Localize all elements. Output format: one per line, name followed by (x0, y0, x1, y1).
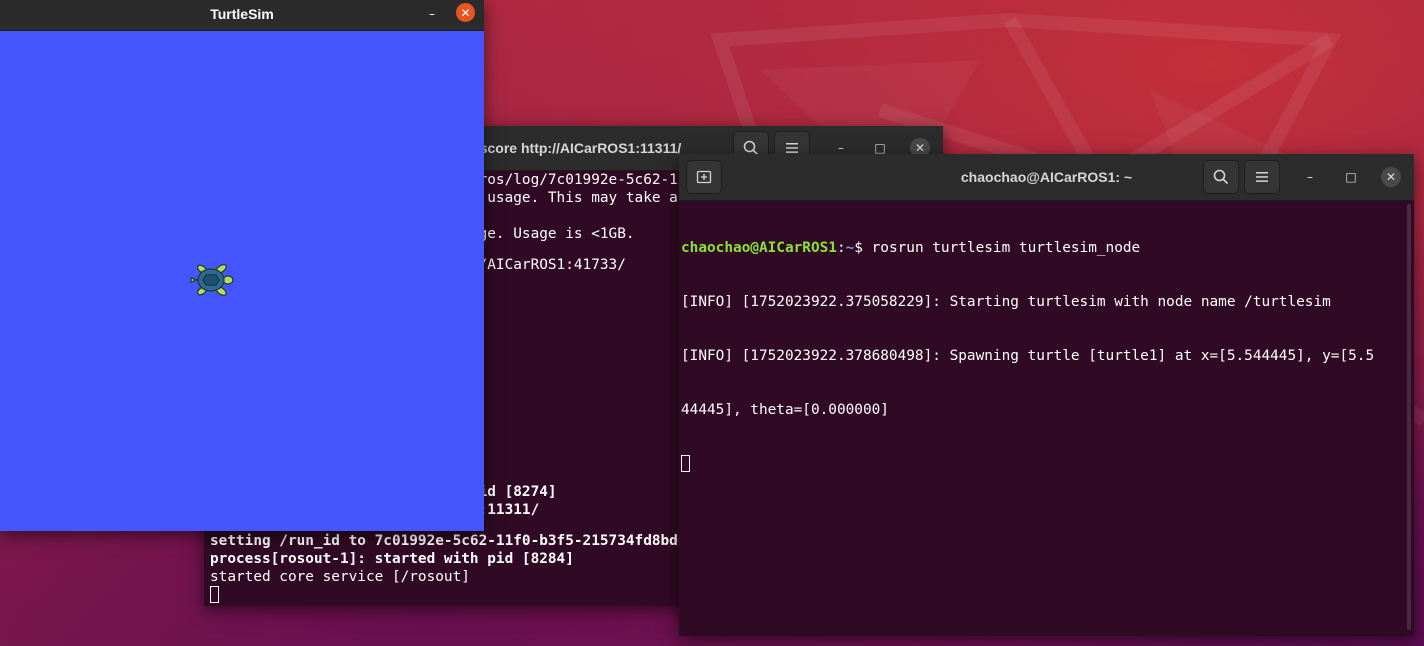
hamburger-menu-icon (1256, 172, 1268, 182)
search-button[interactable] (1203, 160, 1239, 194)
cursor-line (681, 455, 1414, 473)
prompt-separator: : (836, 240, 846, 256)
output-line: 44445], theta=[0.000000] (681, 402, 889, 418)
minimize-button[interactable]: – (422, 4, 442, 24)
turtle-icon (189, 264, 234, 296)
text-cursor (681, 455, 690, 472)
close-icon: ✕ (1385, 170, 1397, 184)
turtlesim-node-terminal-window[interactable]: chaochao@AICarROS1: ~ – □ ✕ chaochao@AIC… (679, 154, 1414, 636)
prompt-line: chaochao@AICarROS1:~$ rosrun turtlesim t… (681, 239, 1414, 257)
close-icon: ✕ (914, 141, 926, 155)
minimize-button[interactable]: – (1300, 167, 1320, 187)
prompt-path: ~ (845, 240, 855, 256)
minimize-icon: – (838, 141, 844, 155)
maximize-button[interactable]: □ (1341, 167, 1361, 187)
close-button[interactable]: ✕ (1381, 167, 1401, 187)
turtlesim-window[interactable]: TurtleSim – ✕ (0, 0, 484, 531)
node-terminal-output[interactable]: chaochao@AICarROS1:~$ rosrun turtlesim t… (679, 201, 1414, 636)
prompt-user: chaochao@AICarROS1 (681, 240, 837, 256)
close-button[interactable]: ✕ (456, 3, 475, 22)
hamburger-menu-icon (786, 143, 798, 153)
output-line: [INFO] [1752023922.378680498]: Spawning … (681, 348, 1375, 364)
text-cursor (210, 586, 219, 603)
minimize-icon: – (1307, 170, 1313, 184)
prompt-symbol: $ (854, 240, 872, 256)
search-icon (1213, 169, 1229, 185)
maximize-icon: □ (1345, 170, 1357, 184)
turtlesim-canvas (0, 31, 484, 531)
scrollbar[interactable] (1407, 204, 1411, 630)
maximize-icon: □ (874, 141, 886, 155)
turtlesim-window-title: TurtleSim (210, 6, 274, 22)
close-icon: ✕ (460, 5, 471, 20)
menu-button[interactable] (1244, 160, 1280, 194)
node-terminal-titlebar[interactable]: chaochao@AICarROS1: ~ – □ ✕ (679, 154, 1414, 201)
command-text: rosrun turtlesim turtlesim_node (871, 240, 1141, 256)
minimize-icon: – (429, 7, 435, 21)
turtlesim-titlebar[interactable]: TurtleSim – ✕ (0, 0, 484, 31)
output-line: [INFO] [1752023922.375058229]: Starting … (681, 294, 1331, 310)
